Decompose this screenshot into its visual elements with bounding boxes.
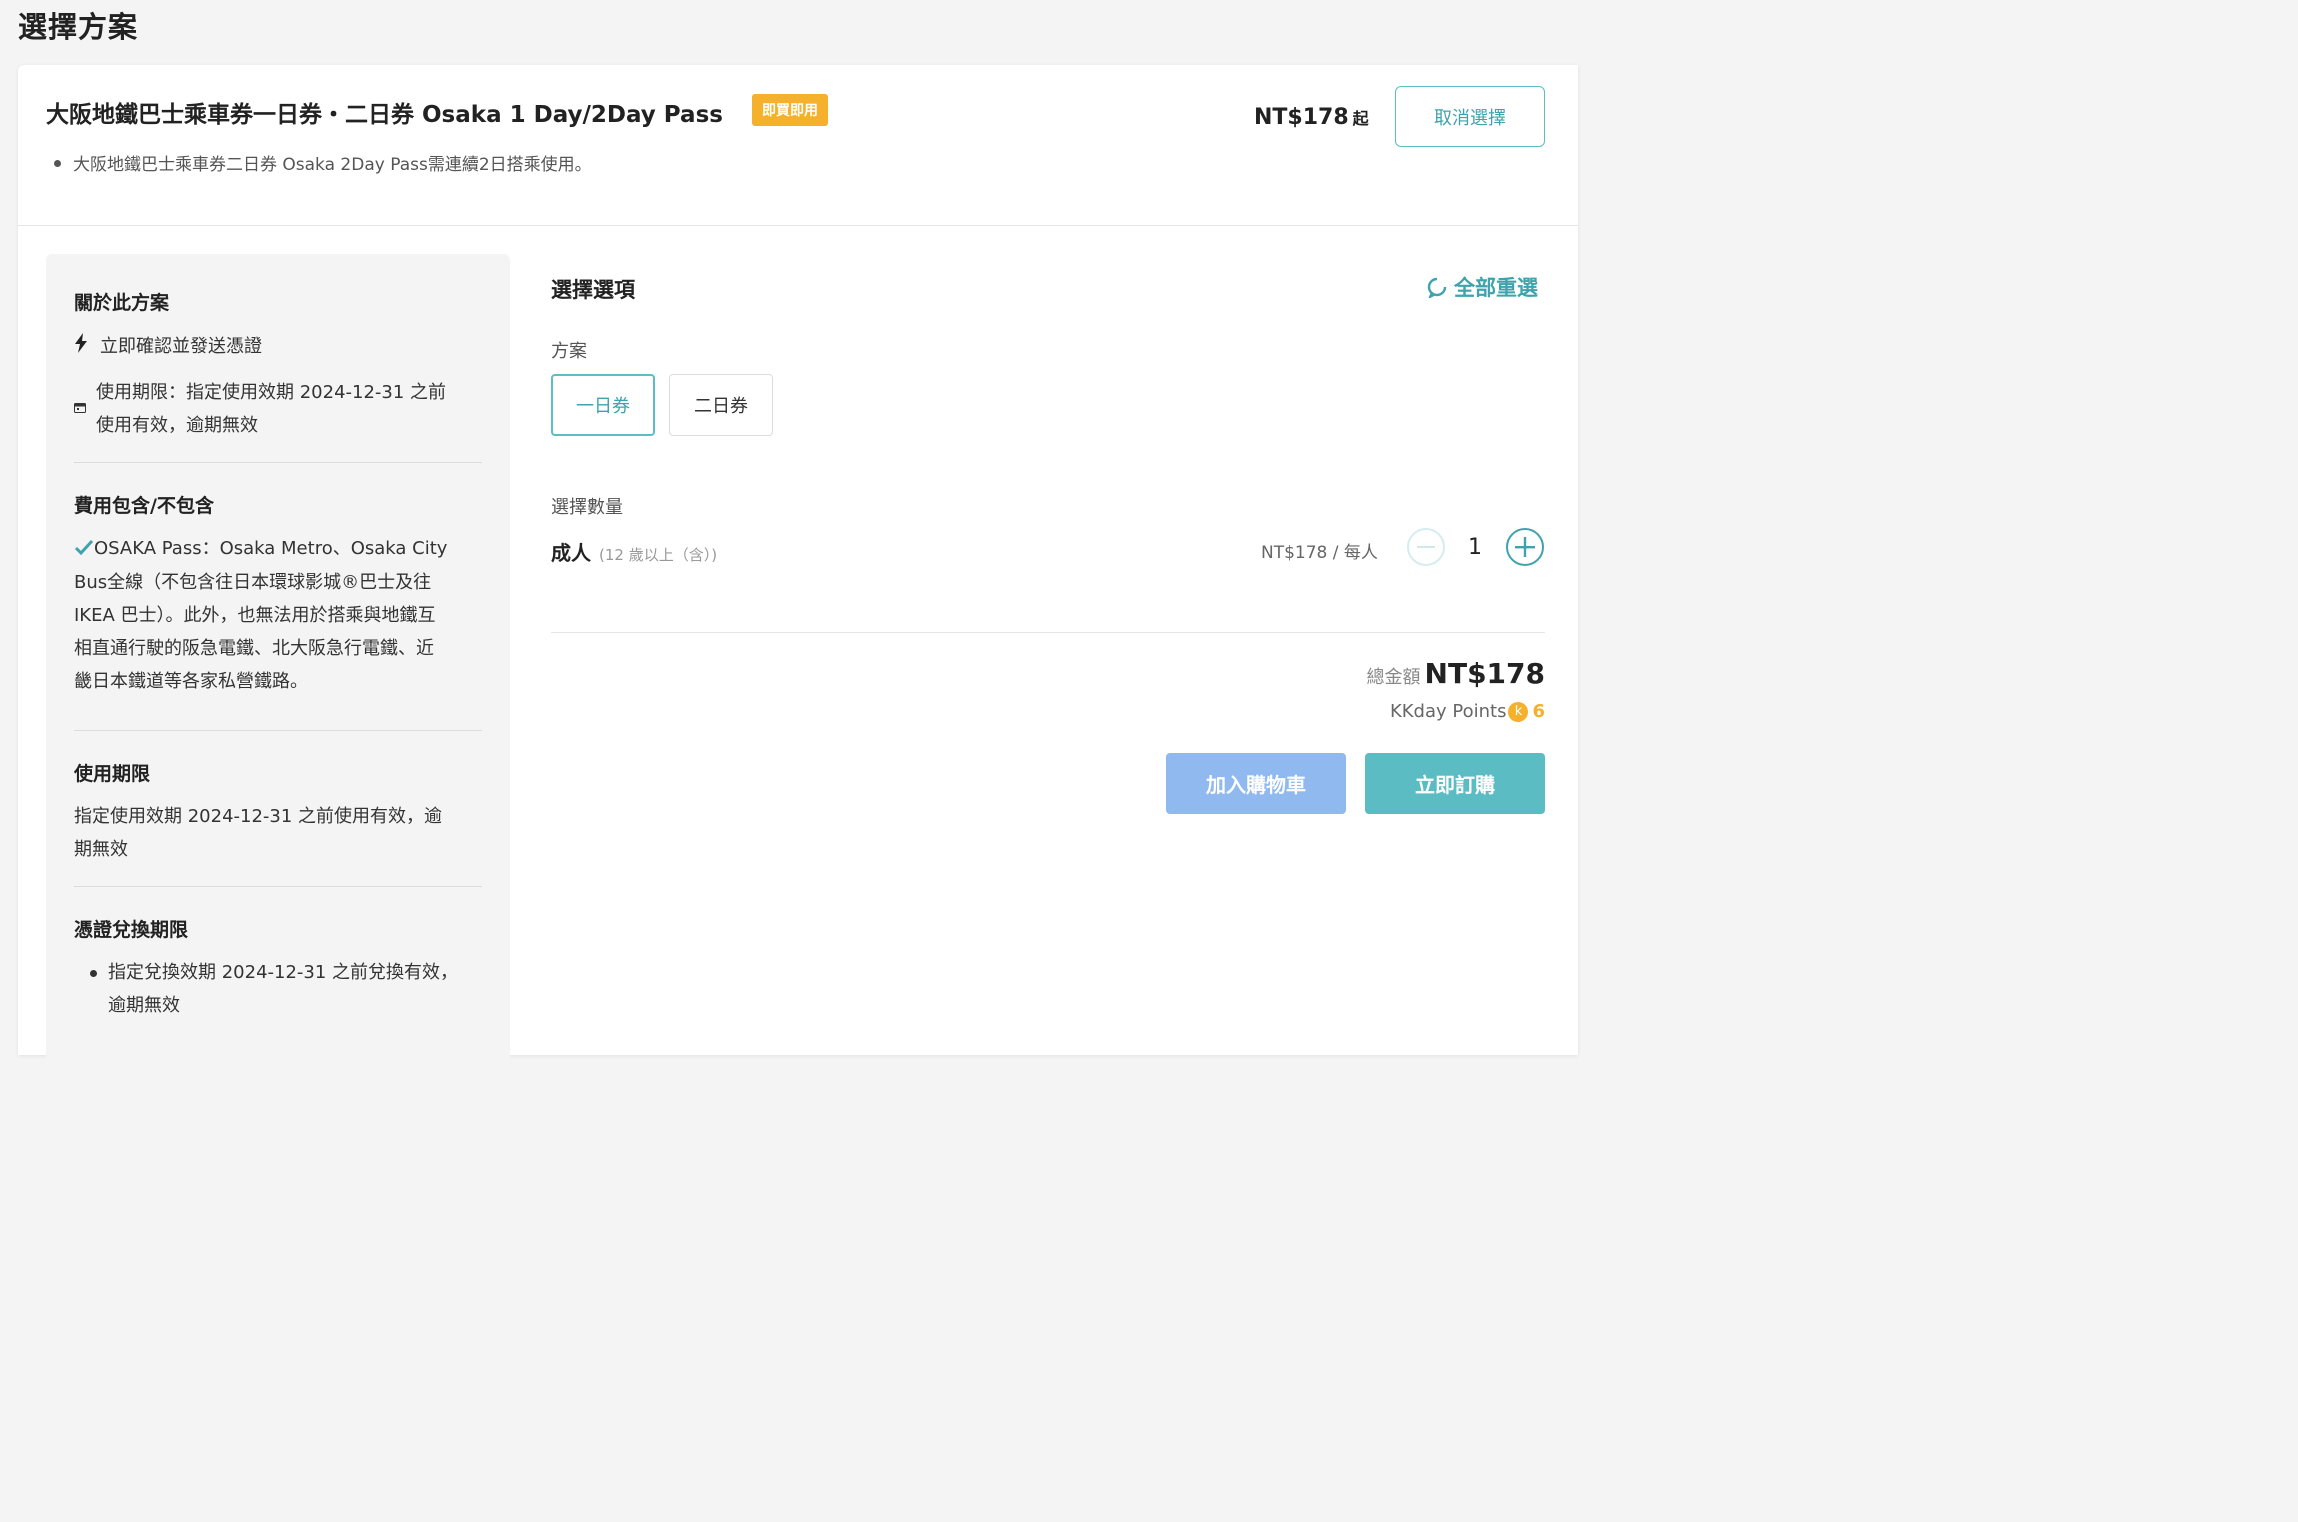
inclusion-line: 相直通行駛的阪急電鐵、北大阪急行電鐵、近 <box>74 637 434 659</box>
section-divider <box>74 462 482 463</box>
section-divider <box>74 886 482 887</box>
validity-line-2: 使用有效，逾期無效 <box>96 415 258 436</box>
usage-period-line-2: 期無效 <box>74 839 128 860</box>
page-title: 選擇方案 <box>18 10 139 44</box>
plan-header: 大阪地鐵巴士乘車券一日券・二日券 Osaka 1 Day/2Day Pass 即… <box>18 65 1578 226</box>
increase-quantity-button[interactable] <box>1506 528 1544 566</box>
calendar-icon <box>74 398 86 413</box>
inclusion-line: Bus全線（不包含往日本環球影城®巴士及往 <box>74 571 432 593</box>
refresh-icon <box>1427 277 1447 298</box>
plan-card: 大阪地鐵巴士乘車券一日券・二日券 Osaka 1 Day/2Day Pass 即… <box>18 65 1578 1064</box>
redemption-line-2: 逾期無效 <box>108 995 180 1016</box>
unit-price: NT$178 / 每人 <box>1261 543 1378 563</box>
plan-option-one-day[interactable]: 一日券 <box>551 374 655 436</box>
points-row: KKday Points k 6 <box>1390 701 1545 722</box>
from-price: NT$178 起 <box>1254 105 1369 130</box>
adult-age-text: (12 歲以上（含）) <box>599 546 718 564</box>
section-divider <box>74 730 482 731</box>
usage-period-body: 指定使用效期 2024-12-31 之前使用有效，逾 期無效 <box>74 800 482 866</box>
plan-label: 方案 <box>551 341 587 362</box>
bullet-icon <box>54 159 61 167</box>
instant-confirm-text: 立即確認並發送憑證 <box>100 336 262 357</box>
check-icon <box>74 533 94 566</box>
total-amount: NT$178 <box>1424 657 1545 690</box>
instant-use-badge: 即買即用 <box>752 94 828 126</box>
options-divider <box>551 632 1545 633</box>
adult-label-text: 成人 <box>551 541 591 565</box>
from-price-amount: NT$178 <box>1254 105 1349 130</box>
plan-note: 大阪地鐵巴士乘車券二日券 Osaka 2Day Pass需連續2日搭乘使用。 <box>54 150 592 175</box>
total-row: 總金額 NT$178 <box>1367 657 1545 690</box>
redemption-title: 憑證兌換期限 <box>74 919 189 941</box>
buy-now-button[interactable]: 立即訂購 <box>1365 753 1545 814</box>
usage-period-title: 使用期限 <box>74 763 151 785</box>
validity-row: 使用期限：指定使用效期 2024-12-31 之前 使用有效，逾期無效 <box>74 376 482 442</box>
plan-option-two-day[interactable]: 二日券 <box>669 374 773 436</box>
options-title: 選擇選項 <box>551 278 635 302</box>
lightning-icon <box>74 331 88 364</box>
points-value: 6 <box>1532 701 1545 722</box>
redemption-line-1: 指定兌換效期 2024-12-31 之前兌換有效， <box>108 962 459 983</box>
cancel-selection-button[interactable]: 取消選擇 <box>1395 86 1545 147</box>
instant-confirm-row: 立即確認並發送憑證 <box>74 330 482 364</box>
inclusions-body: OSAKA Pass：Osaka Metro、Osaka City Bus全線（… <box>74 532 482 698</box>
inclusion-line: 畿日本鐵道等各家私營鐵路。 <box>74 670 308 692</box>
minus-icon <box>1417 546 1435 548</box>
validity-line-1: 使用期限：指定使用效期 2024-12-31 之前 <box>96 382 447 403</box>
points-label: KKday Points <box>1389 701 1507 722</box>
plan-note-text: 大阪地鐵巴士乘車券二日券 Osaka 2Day Pass需連續2日搭乘使用。 <box>73 155 592 175</box>
reset-all-button[interactable]: 全部重選 <box>1426 272 1538 302</box>
plan-title: 大阪地鐵巴士乘車券一日券・二日券 Osaka 1 Day/2Day Pass <box>46 102 723 128</box>
inclusions-section: 費用包含/不包含 <box>74 491 482 518</box>
about-section: 關於此方案 <box>74 288 482 315</box>
bullet-icon <box>90 970 97 977</box>
reset-all-label: 全部重選 <box>1454 276 1538 300</box>
from-price-suffix: 起 <box>1352 109 1369 128</box>
total-label: 總金額 <box>1366 667 1421 688</box>
plus-icon <box>1515 537 1535 557</box>
inclusion-line: OSAKA Pass：Osaka Metro、Osaka City <box>94 538 448 559</box>
add-to-cart-button[interactable]: 加入購物車 <box>1166 753 1346 814</box>
adult-label: 成人 (12 歲以上（含）) <box>551 537 717 566</box>
redemption-section: 憑證兌換期限 <box>74 915 482 942</box>
plan-info-panel: 關於此方案 立即確認並發送憑證 使用期限：指定使用效期 2024-12-31 之… <box>46 254 510 1064</box>
kkday-coin-icon: k <box>1508 701 1529 722</box>
inclusion-line: IKEA 巴士）。此外，也無法用於搭乘與地鐵互 <box>74 604 436 626</box>
usage-period-section: 使用期限 <box>74 759 482 786</box>
quantity-value: 1 <box>1468 535 1482 560</box>
usage-period-line-1: 指定使用效期 2024-12-31 之前使用有效，逾 <box>74 806 443 827</box>
decrease-quantity-button[interactable] <box>1407 528 1445 566</box>
quantity-label: 選擇數量 <box>551 497 623 518</box>
inclusions-title: 費用包含/不包含 <box>74 495 214 517</box>
about-title: 關於此方案 <box>74 292 170 314</box>
redemption-body: 指定兌換效期 2024-12-31 之前兌換有效， 逾期無效 <box>74 956 482 1022</box>
